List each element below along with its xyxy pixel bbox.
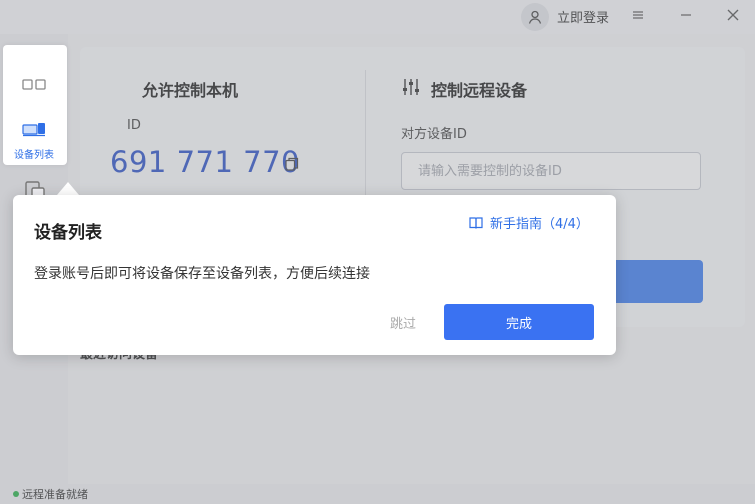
menu-button[interactable]: [625, 4, 651, 26]
status-dot-icon: [13, 491, 19, 497]
remote-id-input[interactable]: [401, 152, 701, 190]
login-link[interactable]: 立即登录: [557, 7, 609, 26]
remote-id-label: 对方设备ID: [401, 127, 467, 142]
status-bar: [0, 484, 755, 504]
tooltip-body: 登录账号后即可将设备保存至设备列表，方便后续连接: [34, 266, 370, 282]
remote-control-icon[interactable]: [22, 76, 46, 95]
status-text: 远程准备就绪: [22, 488, 88, 501]
device-list-icon[interactable]: [22, 121, 46, 141]
minimize-button[interactable]: [673, 4, 699, 26]
beginner-guide-link[interactable]: 新手指南（4/4）: [469, 213, 589, 232]
book-icon: [469, 216, 483, 229]
minimize-icon: [681, 14, 691, 16]
local-id-label: ID: [127, 118, 141, 133]
tooltip-title: 设备列表: [34, 223, 102, 243]
done-button[interactable]: 完成: [444, 304, 594, 340]
sidebar-item-device-list[interactable]: 设备列表: [14, 146, 54, 161]
local-control-title: 允许控制本机: [142, 81, 239, 100]
remote-control-title: 控制远程设备: [431, 81, 528, 100]
user-icon: [528, 10, 542, 24]
local-device-id: 691 771 770: [110, 145, 300, 179]
close-icon: [727, 9, 739, 21]
avatar[interactable]: [521, 3, 549, 31]
sliders-icon: [402, 78, 420, 100]
guide-progress: 新手指南（4/4）: [490, 217, 589, 232]
copy-icon[interactable]: [285, 156, 299, 175]
tooltip-arrow: [57, 182, 79, 195]
menu-icon: [633, 11, 643, 19]
skip-button[interactable]: 跳过: [390, 313, 416, 332]
close-button[interactable]: [720, 4, 746, 26]
